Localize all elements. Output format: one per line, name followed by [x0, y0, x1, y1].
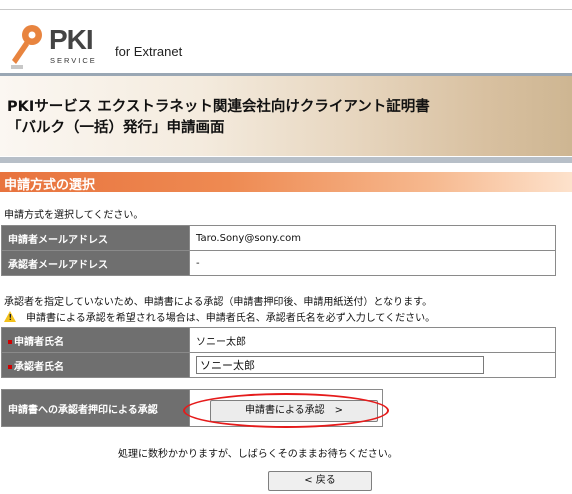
logo-subtext: SERVICE: [50, 56, 97, 65]
separator-bar: [0, 157, 572, 163]
back-button[interactable]: < 戻る: [268, 471, 372, 491]
applicant-email-label: 申請者メールアドレス: [1, 225, 190, 251]
email-info-table: 申請者メールアドレス Taro.Sony@sony.com 承認者メールアドレス…: [1, 225, 556, 276]
section-heading: 申請方式の選択: [4, 178, 96, 193]
applicant-name-label-text: 申請者氏名: [14, 336, 64, 348]
site-header: PKI SERVICE for Extranet: [0, 10, 572, 72]
page-title-band: PKIサービス エクストラネット関連会社向けクライアント証明書 「バルク（一括）…: [0, 73, 572, 156]
table-row: 申請者メールアドレス Taro.Sony@sony.com: [1, 225, 556, 251]
approver-email-value: -: [189, 250, 556, 276]
applicant-name-label: 申請者氏名: [1, 327, 190, 353]
processing-wait-text: 処理に数秒かかりますが、しばらくそのままお待ちください。: [118, 449, 398, 460]
approver-name-label: 承認者氏名: [1, 352, 190, 378]
approver-name-label-text: 承認者氏名: [14, 361, 64, 373]
applicant-name-value: ソニー太郎: [189, 327, 556, 353]
table-row: 申請者氏名 ソニー太郎: [1, 327, 556, 353]
warning-triangle-icon: !: [4, 311, 16, 322]
required-marker-icon: [8, 364, 12, 369]
names-table: 申請者氏名 ソニー太郎 承認者氏名: [1, 327, 556, 378]
header-tagline: for Extranet: [115, 44, 183, 59]
warning-note-text: 申請書による承認を希望される場合は、申請者氏名、承認者氏名を必ず入力してください…: [26, 313, 436, 324]
table-row: 承認者メールアドレス -: [1, 250, 556, 276]
approval-method-label: 申請書への承認者押印による承認: [1, 389, 190, 427]
instruction-text: 申請方式を選択してください。: [4, 210, 144, 221]
approve-by-document-button[interactable]: 申請書による承認 >: [210, 400, 378, 422]
logo-text: PKI: [49, 24, 94, 55]
approver-name-cell: [189, 352, 556, 378]
approver-email-label: 承認者メールアドレス: [1, 250, 190, 276]
page-title-line2: 「バルク（一括）発行」申請画面: [7, 120, 225, 136]
required-marker-icon: [8, 339, 12, 344]
table-row: 承認者氏名: [1, 352, 556, 378]
approver-name-input[interactable]: [196, 356, 484, 374]
top-strip: [0, 0, 572, 10]
applicant-email-value: Taro.Sony@sony.com: [189, 225, 556, 251]
key-logo-icon: [11, 25, 42, 69]
section-heading-bar: 申請方式の選択: [0, 172, 572, 193]
page-title-line1: PKIサービス エクストラネット関連会社向けクライアント証明書: [7, 99, 430, 115]
approval-note: 承認者を指定していないため、申請書による承認（申請書押印後、申請用紙送付）となり…: [4, 297, 433, 308]
warning-note: ! 申請書による承認を希望される場合は、申請者氏名、承認者氏名を必ず入力してくださ…: [4, 309, 435, 324]
